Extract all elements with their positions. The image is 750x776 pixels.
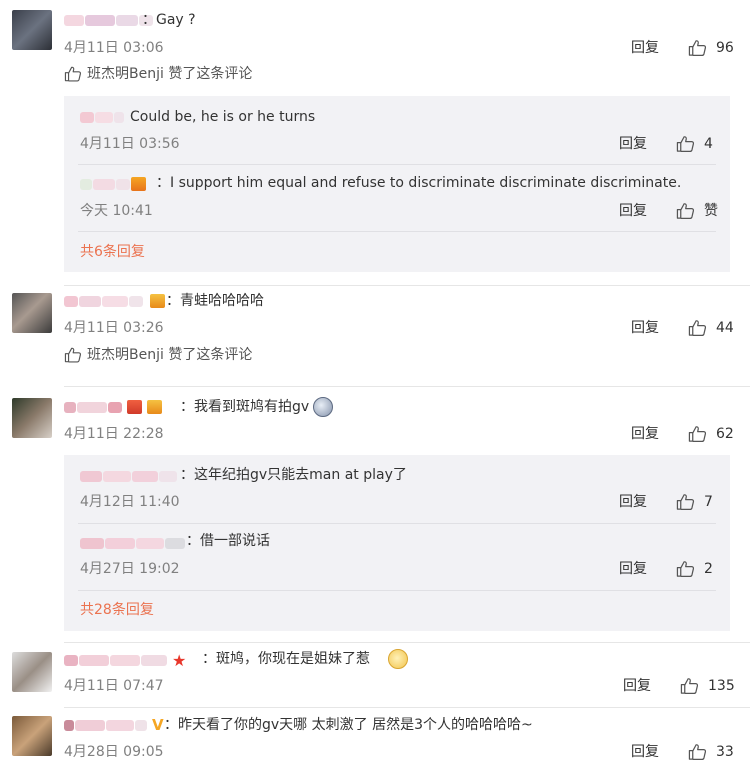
more-replies-link[interactable]: 共28条回复	[80, 600, 154, 620]
like-button[interactable]: 4	[676, 134, 713, 154]
reply-time: 4月11日 03:56	[80, 136, 180, 152]
thumb-up-icon	[688, 743, 707, 761]
star-badge-icon: ★	[172, 650, 187, 670]
reply-text: ：借一部说话	[186, 533, 270, 549]
username-blurred[interactable]	[80, 175, 146, 193]
comment-time: 4月11日 22:28	[64, 426, 164, 442]
divider	[78, 164, 716, 165]
reply-box: Could be, he is or he turns 4月11日 03:56 …	[64, 96, 730, 272]
divider	[78, 231, 716, 232]
like-count: 7	[704, 494, 713, 510]
avatar[interactable]	[12, 716, 52, 756]
v-badge-icon: V	[152, 716, 164, 734]
like-button[interactable]: 2	[676, 559, 713, 579]
reply-button[interactable]: 回复	[631, 318, 659, 338]
liked-by-text: 班杰明Benji 赞了这条评论	[87, 66, 253, 82]
reply-button[interactable]: 回复	[631, 742, 659, 762]
like-count: 赞	[704, 203, 718, 219]
reply-button[interactable]: 回复	[619, 559, 647, 579]
like-button[interactable]: 赞	[676, 201, 718, 221]
username-blurred[interactable]: ★	[64, 650, 187, 670]
divider	[78, 590, 716, 591]
reply-button[interactable]: 回复	[623, 676, 651, 696]
comment-text: ：Gay ?	[142, 12, 196, 28]
like-button[interactable]: 44	[688, 318, 734, 338]
like-count: 2	[704, 561, 713, 577]
comment-text: ：青蛙哈哈哈哈	[166, 293, 264, 309]
comment-text: ：斑鸠，你现在是姐妹了惹	[202, 651, 370, 667]
divider	[64, 285, 750, 286]
divider	[64, 386, 750, 387]
comment-text: ：昨天看了你的gv天哪 太刺激了 居然是3个人的哈哈哈哈~	[164, 717, 533, 733]
thumb-up-icon	[676, 135, 695, 153]
badge-icon	[127, 400, 142, 414]
like-count: 44	[716, 320, 734, 336]
reply-button[interactable]: 回复	[619, 492, 647, 512]
reply-time: 4月27日 19:02	[80, 561, 180, 577]
username-blurred[interactable]	[80, 534, 185, 552]
thumb-up-icon	[688, 39, 707, 57]
emoji-icon	[388, 649, 408, 669]
username-blurred[interactable]	[64, 292, 165, 310]
like-count: 4	[704, 136, 713, 152]
liked-by-notice: 班杰明Benji 赞了这条评论	[64, 64, 252, 84]
reply-box: ：这年纪拍gv只能去man at play了 4月12日 11:40 回复 7 …	[64, 455, 730, 631]
avatar[interactable]	[12, 293, 52, 333]
avatar[interactable]	[12, 10, 52, 50]
thumb-up-outline-icon	[64, 66, 82, 82]
badge-icon	[150, 294, 165, 308]
thumb-up-icon	[688, 425, 707, 443]
reply-text: ：I support him equal and refuse to discr…	[156, 175, 682, 191]
divider	[64, 707, 750, 708]
like-count: 135	[708, 678, 735, 694]
like-button[interactable]: 7	[676, 492, 713, 512]
divider	[64, 642, 750, 643]
emoji-icon	[313, 397, 333, 417]
avatar[interactable]	[12, 398, 52, 438]
thumb-up-icon	[676, 560, 695, 578]
username-blurred[interactable]	[80, 108, 124, 126]
thumb-up-icon	[680, 677, 699, 695]
avatar[interactable]	[12, 652, 52, 692]
username-blurred[interactable]: V	[64, 716, 164, 734]
reply-button[interactable]: 回复	[619, 134, 647, 154]
like-button[interactable]: 96	[688, 38, 734, 58]
reply-time: 4月12日 11:40	[80, 494, 180, 510]
reply-text: ：这年纪拍gv只能去man at play了	[180, 467, 407, 483]
reply-text: Could be, he is or he turns	[130, 109, 316, 125]
like-count: 62	[716, 426, 734, 442]
thumb-up-icon	[676, 493, 695, 511]
like-button[interactable]: 135	[680, 676, 735, 696]
comment-time: 4月11日 03:06	[64, 40, 164, 56]
comment-time: 4月28日 09:05	[64, 744, 164, 760]
username-blurred[interactable]	[64, 11, 153, 29]
badge-icon	[131, 177, 146, 191]
thumb-up-icon	[688, 319, 707, 337]
more-replies-link[interactable]: 共6条回复	[80, 242, 145, 262]
thumb-up-icon	[676, 202, 695, 220]
comment-time: 4月11日 03:26	[64, 320, 164, 336]
username-blurred[interactable]	[64, 398, 162, 416]
reply-button[interactable]: 回复	[631, 424, 659, 444]
like-button[interactable]: 33	[688, 742, 734, 762]
comment-text: ：我看到斑鸠有拍gv	[180, 399, 310, 415]
reply-button[interactable]: 回复	[631, 38, 659, 58]
like-count: 96	[716, 40, 734, 56]
like-button[interactable]: 62	[688, 424, 734, 444]
badge-icon	[147, 400, 162, 414]
like-count: 33	[716, 744, 734, 760]
thumb-up-outline-icon	[64, 347, 82, 363]
liked-by-text: 班杰明Benji 赞了这条评论	[87, 347, 253, 363]
divider	[78, 523, 716, 524]
reply-time: 今天 10:41	[80, 203, 153, 219]
username-blurred[interactable]	[80, 467, 177, 485]
liked-by-notice: 班杰明Benji 赞了这条评论	[64, 345, 252, 365]
reply-button[interactable]: 回复	[619, 201, 647, 221]
comment-time: 4月11日 07:47	[64, 678, 164, 694]
